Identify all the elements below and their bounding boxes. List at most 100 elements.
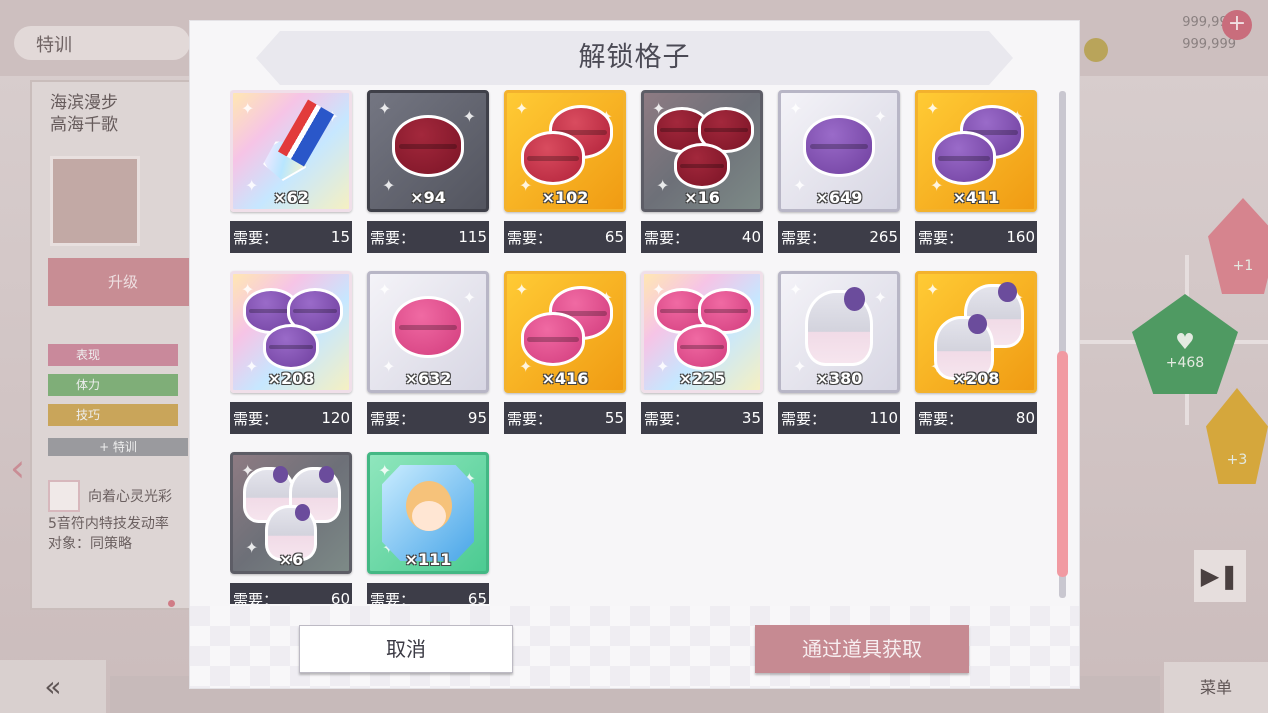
requirement-label: 需要：: [781, 409, 827, 428]
requirement-bar: 需要： 265: [778, 221, 900, 253]
item-slot[interactable]: ✦✦✦×411 需要： 160: [915, 90, 1037, 253]
item-quantity: ×94: [410, 188, 446, 207]
item-quantity: ×208: [952, 369, 1000, 388]
requirement-bar: 需要： 65: [367, 583, 489, 604]
item-quantity: ×111: [404, 550, 452, 569]
requirement-value: 15: [330, 228, 350, 246]
requirement-bar: 需要： 160: [915, 221, 1037, 253]
requirement-label: 需要：: [918, 409, 964, 428]
item-slot[interactable]: ✦ ✦ ✦ ×649 需要： 265: [778, 90, 900, 253]
item-grid[interactable]: ✦✦✦×62需要：15✦✦✦×94需要：115✦✦✦×102需要：65✦✦✦×1…: [230, 90, 1050, 604]
map-node-1[interactable]: +1: [1208, 198, 1268, 294]
requirement-value: 110: [869, 409, 898, 427]
requirement-bar: 需要： 15: [230, 221, 352, 253]
requirement-value: 265: [869, 228, 898, 246]
map-node-3[interactable]: +3: [1206, 388, 1268, 484]
item-quantity: ×62: [273, 188, 309, 207]
add-currency-button[interactable]: +: [1222, 10, 1252, 40]
item-quantity: ×208: [267, 369, 315, 388]
item-slot[interactable]: ✦✦✦×16 需要： 40: [641, 90, 763, 253]
skill-icon: [48, 480, 80, 512]
item-icon-frame[interactable]: ✦✦✦×111: [367, 452, 489, 574]
requirement-label: 需要：: [233, 590, 279, 605]
chevron-left-icon[interactable]: ‹: [10, 446, 40, 490]
item-quantity: ×380: [815, 369, 863, 388]
item-slot[interactable]: ✦ ✦ ✦ ×94 需要： 115: [367, 90, 489, 253]
item-slot[interactable]: ✦✦✦×111 需要： 65: [367, 452, 489, 604]
requirement-label: 需要：: [644, 409, 690, 428]
requirement-value: 40: [741, 228, 761, 246]
item-slot[interactable]: ✦✦✦×225 需要： 35: [641, 271, 763, 434]
requirement-value: 35: [741, 409, 761, 427]
item-icon-frame[interactable]: ✦ ✦ ✦ ×380: [778, 271, 900, 393]
requirement-value: 60: [330, 590, 350, 604]
item-icon-frame[interactable]: ✦ ✦ ✦ ×632: [367, 271, 489, 393]
item-icon-frame[interactable]: ✦✦✦×6: [230, 452, 352, 574]
item-quantity: ×416: [541, 369, 589, 388]
item-icon-frame[interactable]: ✦ ✦ ✦ ×94: [367, 90, 489, 212]
item-icon-frame[interactable]: ✦✦✦×102: [504, 90, 626, 212]
item-slot[interactable]: ✦✦✦×208 需要： 80: [915, 271, 1037, 434]
dialog-title: 解锁格子: [256, 31, 1013, 85]
item-quantity: ×16: [684, 188, 720, 207]
item-slot[interactable]: ✦ ✦ ✦ ×632 需要： 95: [367, 271, 489, 434]
item-slot[interactable]: ✦✦✦×62 需要： 15: [230, 90, 352, 253]
item-slot[interactable]: ✦✦✦×208 需要： 120: [230, 271, 352, 434]
item-slot[interactable]: ✦✦✦×6 需要： 60: [230, 452, 352, 604]
requirement-bar: 需要： 115: [367, 221, 489, 253]
coin-icon: [1084, 38, 1108, 62]
scrollbar-thumb[interactable]: [1057, 351, 1068, 577]
map-node-2[interactable]: ♥ +468: [1132, 294, 1238, 394]
item-icon-frame[interactable]: ✦✦✦×225: [641, 271, 763, 393]
acquire-via-item-button[interactable]: 通过道具获取: [755, 625, 969, 673]
item-icon-frame[interactable]: ✦✦✦×411: [915, 90, 1037, 212]
stat-stamina: 体力: [48, 374, 178, 396]
item-quantity: ×649: [815, 188, 863, 207]
skip-next-icon: ▶❚: [1200, 562, 1240, 590]
requirement-bar: 需要： 110: [778, 402, 900, 434]
item-icon-frame[interactable]: ✦✦✦×208: [915, 271, 1037, 393]
stat-technique: 技巧: [48, 404, 178, 426]
requirement-label: 需要：: [507, 228, 553, 247]
menu-button[interactable]: 菜单: [1164, 662, 1268, 713]
item-slot[interactable]: ✦✦✦×416 需要： 55: [504, 271, 626, 434]
skill-name: 向着心灵光彩: [88, 489, 172, 505]
requirement-bar: 需要： 35: [641, 402, 763, 434]
item-icon-frame[interactable]: ✦✦✦×416: [504, 271, 626, 393]
requirement-label: 需要：: [781, 228, 827, 247]
skip-next-button[interactable]: ▶❚: [1194, 550, 1246, 602]
card-title-line1: 海滨漫步: [50, 93, 118, 113]
item-slot[interactable]: ✦✦✦×102 需要： 65: [504, 90, 626, 253]
item-slot[interactable]: ✦ ✦ ✦ ×380 需要： 110: [778, 271, 900, 434]
requirement-bar: 需要： 95: [367, 402, 489, 434]
requirement-label: 需要：: [370, 228, 416, 247]
stat-appeal: 表现: [48, 344, 178, 366]
cancel-button[interactable]: 取消: [299, 625, 513, 673]
item-quantity: ×6: [278, 550, 304, 569]
requirement-value: 160: [1006, 228, 1035, 246]
requirement-bar: 需要： 65: [504, 221, 626, 253]
skill-desc-line2: 对象：同策略: [48, 536, 132, 552]
item-icon-frame[interactable]: ✦ ✦ ✦ ×649: [778, 90, 900, 212]
character-avatar[interactable]: [50, 156, 140, 246]
map-node-1-label: +1: [1232, 258, 1254, 274]
special-training-tab[interactable]: + 特训: [48, 438, 188, 456]
screen-title: 特训: [14, 26, 190, 60]
requirement-value: 95: [467, 409, 487, 427]
item-icon-frame[interactable]: ✦✦✦×208: [230, 271, 352, 393]
requirement-label: 需要：: [370, 409, 416, 428]
back-button[interactable]: «: [0, 660, 106, 713]
requirement-label: 需要：: [370, 590, 416, 605]
unlock-slot-dialog: 解锁格子 ✦✦✦×62 需要： 15 ✦✦✦×94 需要： 115 ✦✦✦×102 需要： 65…: [190, 21, 1079, 688]
requirement-bar: 需要： 40: [641, 221, 763, 253]
page-indicator-dot: [168, 600, 175, 607]
map-node-3-label: +3: [1226, 452, 1248, 468]
item-icon-frame[interactable]: ✦✦✦×16: [641, 90, 763, 212]
item-quantity: ×102: [541, 188, 589, 207]
level-up-button[interactable]: 升级: [48, 258, 198, 306]
item-quantity: ×225: [678, 369, 726, 388]
item-icon-frame[interactable]: ✦✦✦×62: [230, 90, 352, 212]
requirement-label: 需要：: [918, 228, 964, 247]
requirement-label: 需要：: [644, 228, 690, 247]
requirement-value: 65: [467, 590, 487, 604]
